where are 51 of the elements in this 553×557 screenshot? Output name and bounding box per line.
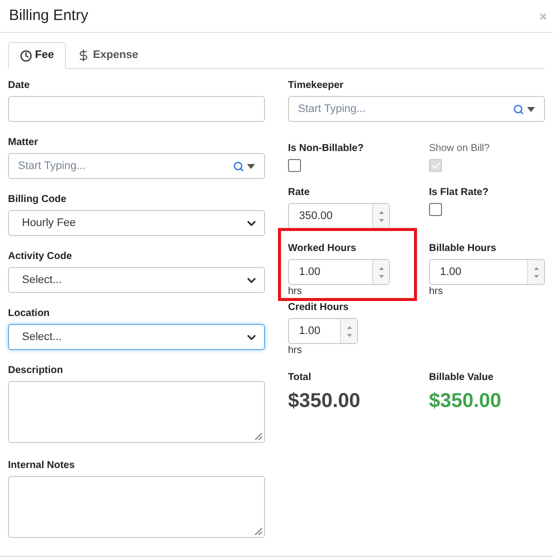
field-label: Activity Code	[8, 250, 72, 264]
field-label: Timekeeper	[288, 79, 344, 93]
caret-icon	[527, 106, 535, 112]
text-area[interactable]	[8, 381, 265, 443]
tab[interactable]: Expense	[66, 42, 150, 68]
field-label: Rate	[288, 186, 310, 200]
number-field[interactable]: 1.00	[288, 259, 390, 285]
field-label: Is Non-Billable?	[288, 142, 364, 156]
unit-label: hrs	[429, 286, 443, 298]
field-label: Description	[8, 364, 64, 378]
field-label: Is Flat Rate?	[429, 186, 488, 200]
select-field[interactable]: Select...	[8, 324, 265, 350]
search-field[interactable]: Start Typing...	[8, 153, 265, 179]
number-field[interactable]: 1.00	[288, 318, 358, 344]
field-label: Date	[8, 79, 30, 93]
unit-label: hrs	[288, 286, 302, 298]
tab[interactable]: Fee	[8, 42, 66, 69]
field-label: Location	[8, 307, 50, 321]
field-label: Show on Bill?	[429, 142, 490, 156]
unit-label: hrs	[288, 345, 302, 357]
field-label: Matter	[8, 136, 38, 150]
spinner-icon	[527, 260, 544, 284]
caret-icon	[247, 164, 255, 168]
field-label: Billing Code	[8, 193, 66, 207]
field-label: Worked Hours	[288, 242, 356, 256]
search-icon	[513, 104, 524, 114]
spinner-icon	[372, 204, 389, 228]
field-label: Credit Hours	[288, 301, 349, 315]
spinner-icon	[372, 260, 389, 284]
field-label: Billable Value	[429, 371, 494, 385]
search-field[interactable]: Start Typing...	[288, 96, 545, 122]
number-field[interactable]: 350.00	[288, 203, 390, 229]
clock-icon	[20, 50, 32, 62]
resize-handle-icon	[255, 528, 262, 535]
dialog-title: Billing Entry	[9, 6, 88, 26]
amount: $350.00	[288, 389, 360, 414]
amount: $350.00	[429, 389, 502, 414]
checkbox[interactable]	[288, 159, 301, 172]
select-field[interactable]: Select...	[8, 267, 265, 293]
field-label: Total	[288, 371, 312, 385]
date-field[interactable]	[8, 96, 265, 122]
spinner-icon	[340, 319, 357, 343]
field-label: Internal Notes	[8, 459, 75, 473]
dollar-icon	[76, 48, 90, 62]
search-icon	[233, 160, 244, 172]
text-area[interactable]	[8, 476, 265, 538]
select-field[interactable]: Hourly Fee	[8, 210, 265, 236]
field-label: Billable Hours	[429, 242, 496, 256]
number-field[interactable]: 1.00	[429, 259, 545, 285]
checkbox[interactable]	[429, 203, 442, 216]
resize-handle-icon	[255, 433, 262, 440]
